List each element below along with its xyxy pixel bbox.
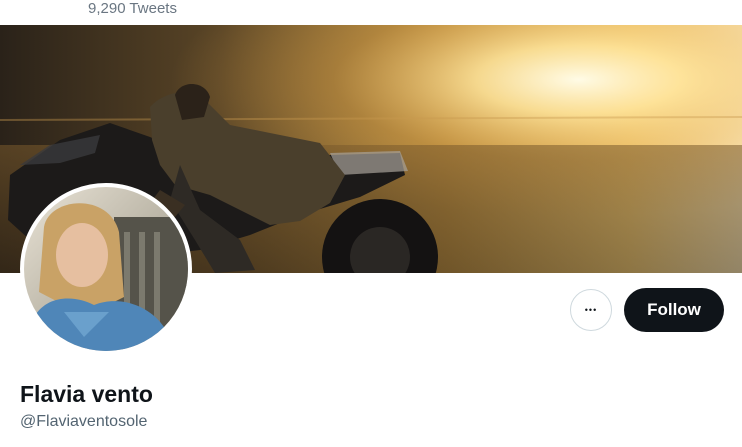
more-options-button[interactable]: •••	[570, 289, 612, 331]
tweet-count: 9,290 Tweets	[88, 0, 177, 17]
profile-page: 9,290 Tweets ••• Follow Flavia vento @Fl…	[0, 0, 742, 447]
avatar-illustration	[24, 187, 188, 351]
profile-avatar[interactable]	[20, 183, 192, 355]
follow-button[interactable]: Follow	[624, 288, 724, 332]
user-handle: @Flaviaventosole	[20, 413, 148, 430]
more-horizontal-icon: •••	[584, 305, 598, 315]
display-name: Flavia vento	[20, 381, 153, 407]
